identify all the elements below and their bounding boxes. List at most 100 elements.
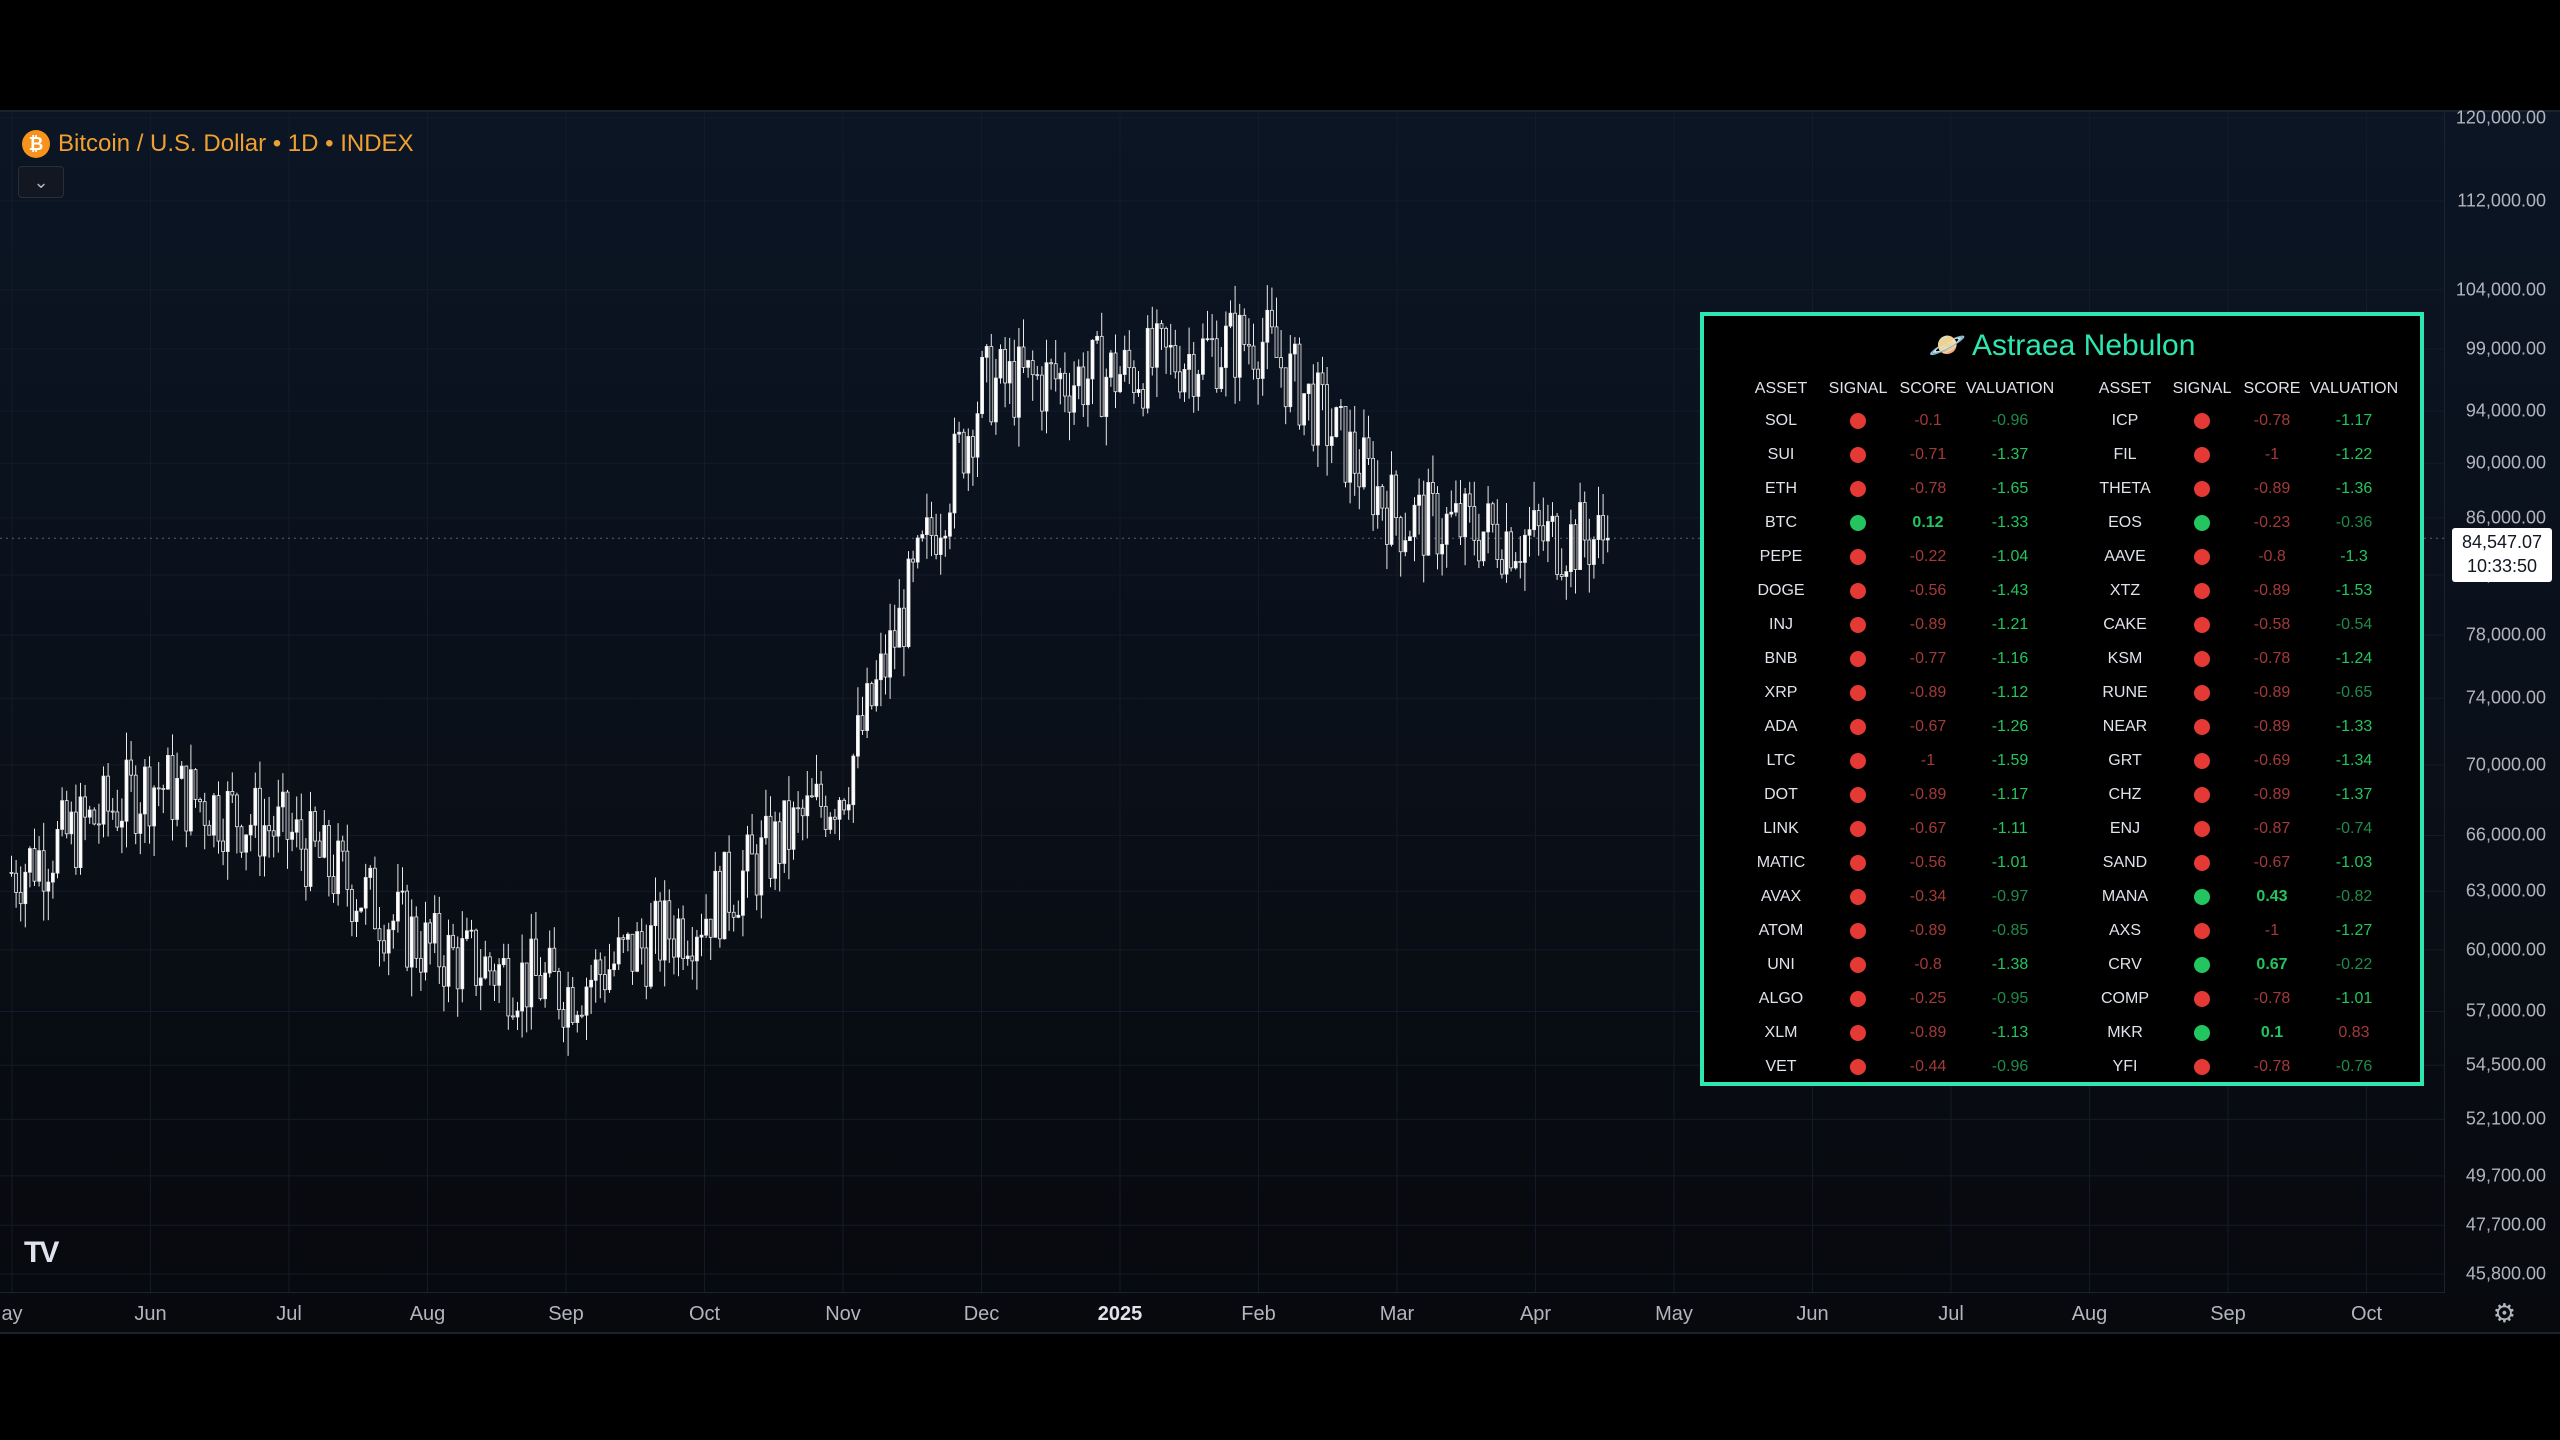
candle-body [207,824,212,836]
candle-body [1380,486,1385,509]
time-tick-label: Jun [1796,1303,1829,1325]
collapse-legend-button[interactable]: ⌄ [18,166,64,198]
candle-body [211,795,216,836]
candle-body [340,840,345,852]
signal-cell [2168,846,2236,880]
candle-body [1086,378,1090,406]
signal-cell [1824,404,1892,438]
candle-body [138,813,143,834]
candle-body [1311,383,1316,446]
candle-body [349,888,354,922]
gear-icon[interactable]: ⚙ [2493,1298,2516,1329]
signal-dot [1850,480,1866,497]
candle-body [819,783,823,807]
symbol-legend[interactable]: ₿ Bitcoin / U.S. Dollar • 1D • INDEX [22,130,414,158]
signal-table-left: ASSET SIGNAL SCORE VALUATION SOL -0.1 -0.9… [1738,374,2056,1084]
score-cell: -0.23 [2253,514,2291,531]
score-cell: -0.67 [1909,718,1947,735]
table-row: ENJ -0.87 -0.74 [2082,812,2400,846]
candle-body [1136,389,1141,394]
col-header: VALUATION [1965,380,2055,397]
score-cell: -1 [2264,446,2280,463]
time-tick-label: Oct [2350,1303,2383,1325]
candle-body [1444,513,1449,545]
candle-body [1495,523,1500,560]
score-cell: -0.67 [2253,854,2291,871]
candle-body [1224,325,1228,368]
valuation-cell: -0.96 [1991,1058,2029,1075]
score-cell: -0.78 [1909,480,1947,497]
asset-cell: ADA [1764,718,1798,735]
score-cell: 0.67 [2256,956,2288,973]
candle-body [1164,327,1168,348]
table-row: MANA 0.43 -0.82 [2082,880,2400,914]
time-tick-label: Sep [548,1303,584,1325]
candle-body [331,876,336,895]
table-row: CAKE -0.58 -0.54 [2082,608,2400,642]
bitcoin-icon: ₿ [22,130,50,158]
tradingview-logo[interactable]: TV [24,1236,59,1270]
candle-body [1251,345,1256,370]
candle-body [1072,385,1076,413]
candle-body [662,900,667,961]
table-row: SUI -0.71 -1.37 [1738,438,2056,472]
table-row: MKR 0.1 0.83 [2082,1016,2400,1050]
score-cell: -0.67 [1909,820,1947,837]
candle-body [1334,407,1339,438]
time-tick-label: ay [1,1303,23,1325]
candle-body [313,811,318,842]
candle-body [1099,335,1104,417]
candle-body [1113,352,1118,393]
price-scale[interactable]: 120,000.00 112,000.00 104,000.00 99,000.00 9… [2444,108,2560,1292]
candle-body [1569,524,1573,572]
table-row: LINK -0.67 -1.11 [1738,812,2056,846]
asset-cell: EOS [2108,514,2142,531]
table-row: FIL -1 -1.22 [2082,438,2400,472]
signal-cell [1824,642,1892,676]
signal-cell [1824,1050,1892,1084]
signal-dot [1850,582,1866,599]
candle-body [1472,506,1477,541]
candle-body [1279,357,1283,369]
asset-cell: YFI [2112,1058,2138,1075]
candle-body [386,929,391,954]
candle-body [27,848,32,873]
candle-body [248,824,253,836]
score-cell: -0.89 [1909,684,1947,701]
signal-table-right: ASSET SIGNAL SCORE VALUATION ICP -0.78 -1.… [2082,374,2400,1084]
candle-body [690,955,695,962]
candle-body [1329,436,1334,446]
valuation-cell: -0.97 [1991,888,2029,905]
candle-body [1214,338,1219,389]
time-tick-label: Jul [1938,1303,1964,1325]
asset-cell: NEAR [2102,718,2148,735]
signal-cell [2168,608,2236,642]
asset-cell: XTZ [2109,582,2141,599]
candle-body [570,987,575,1023]
signal-cell [2168,778,2236,812]
candle-body [510,1015,515,1018]
candle-body [676,918,681,958]
candle-body [487,956,492,972]
signal-cell [1824,778,1892,812]
table-row: XTZ -0.89 -1.53 [2082,574,2400,608]
score-cell: -0.25 [1909,990,1947,1007]
asset-cell: ALGO [1758,990,1804,1007]
candle-body [1477,539,1481,562]
candle-body [1127,349,1132,369]
time-axis[interactable]: ay Jun Jul Aug Sep Oct Nov Dec 2025 Feb Mar Apr May J… [0,1292,2445,1333]
candle-body [1527,529,1532,536]
candle-body [768,815,773,879]
col-header: SIGNAL [2172,380,2232,397]
signal-cell [1824,846,1892,880]
signal-cell [2168,642,2236,676]
candle-body [400,890,405,893]
col-header: SIGNAL [1828,380,1888,397]
candle-body [18,892,23,905]
candle-body [1178,371,1182,393]
asset-cell: AAVE [2104,548,2146,565]
signal-dot [1850,718,1866,735]
price-tick-label: 52,100.00 [2465,1108,2546,1129]
candle-body [856,715,860,757]
chart-window[interactable]: ₿ Bitcoin / U.S. Dollar • 1D • INDEX ⌄ 1… [0,108,2560,1334]
